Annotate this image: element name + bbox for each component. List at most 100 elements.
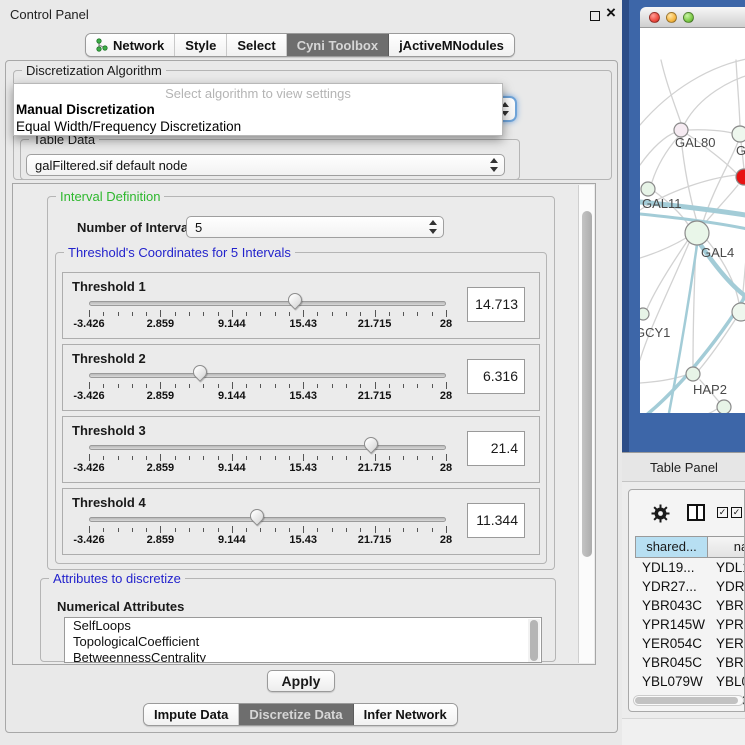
settings-vertical-scrollbar[interactable] xyxy=(578,185,594,663)
attributes-scrollbar[interactable] xyxy=(528,619,540,662)
threshold-value-box[interactable]: 6.316 xyxy=(467,359,525,394)
table-row[interactable]: YPR145WYPR1 xyxy=(635,615,745,634)
slider-thumb[interactable] xyxy=(285,290,305,310)
table-header-row: shared... na xyxy=(635,536,745,558)
network-node[interactable] xyxy=(717,400,731,413)
table-row[interactable]: YBR045CYBR0 xyxy=(635,653,745,672)
table-row[interactable]: YDL19...YDL1 xyxy=(635,558,745,577)
node-table-panel: ✓ ✓ shared... na YDL19...YDL1YDR27...YDR… xyxy=(628,489,745,712)
slider-thumb[interactable] xyxy=(361,434,381,454)
slider-tick-labels: -3.4262.8599.14415.4321.71528 xyxy=(89,318,446,330)
slider-track[interactable] xyxy=(89,517,446,522)
column-header-shared-name[interactable]: shared... xyxy=(635,536,707,558)
checkbox-icon[interactable]: ✓ xyxy=(717,507,728,518)
network-edge[interactable] xyxy=(640,132,676,165)
network-edge[interactable] xyxy=(661,60,681,123)
bottom-strip xyxy=(622,718,745,745)
popup-option-equal-width-frequency[interactable]: Equal Width/Frequency Discretization xyxy=(14,118,502,135)
close-traffic-light-icon[interactable] xyxy=(649,12,660,23)
table-data-select[interactable]: galFiltered.sif default node xyxy=(26,154,505,176)
network-node-c[interactable] xyxy=(736,169,745,185)
close-icon[interactable]: × xyxy=(606,3,616,23)
network-node-label: GA xyxy=(736,143,745,158)
number-of-intervals-select[interactable]: 5 xyxy=(186,216,444,238)
tab-jactivemnodules[interactable]: jActiveMNodules xyxy=(389,34,514,56)
slider-tick-labels: -3.4262.8599.14415.4321.71528 xyxy=(89,390,446,402)
cyni-bottom-tabs: Impute Data Discretize Data Infer Networ… xyxy=(143,703,458,726)
float-window-icon[interactable] xyxy=(590,11,600,21)
network-node-h[interactable] xyxy=(732,303,745,321)
tab-select[interactable]: Select xyxy=(227,34,286,56)
thresholds-fieldset-label: Threshold's Coordinates for 5 Intervals xyxy=(64,245,295,260)
stepper-icon xyxy=(489,158,498,172)
apply-button[interactable]: Apply xyxy=(267,670,335,692)
network-window-titlebar[interactable] xyxy=(640,7,745,28)
threshold-1-block: Threshold 1 -3.4262.8599.14415.4321.7152… xyxy=(62,272,540,339)
tab-discretize-data[interactable]: Discretize Data xyxy=(239,704,353,725)
table-cell: YPR145W xyxy=(635,615,707,634)
threshold-value-box[interactable]: 21.4 xyxy=(467,431,525,466)
network-node-gal11[interactable] xyxy=(641,182,655,196)
table-cell: YER054C xyxy=(635,634,707,653)
tab-impute-data[interactable]: Impute Data xyxy=(144,704,239,725)
table-row[interactable]: YBL079WYBL0 xyxy=(635,672,745,691)
table-row[interactable]: YIL053CYIL0 xyxy=(635,710,745,712)
attribute-list-item[interactable]: SelfLoops xyxy=(65,618,541,634)
column-header-name[interactable]: na xyxy=(707,536,745,558)
node-table-body: YDL19...YDL1YDR27...YDR2YBR043CYBR0YPR14… xyxy=(635,558,745,712)
popup-option-manual-discretization[interactable]: Manual Discretization xyxy=(14,101,502,118)
table-row[interactable]: YDR27...YDR2 xyxy=(635,577,745,596)
control-panel-tabs: Network Style Select Cyni Toolbox jActiv… xyxy=(85,33,515,57)
slider-track[interactable] xyxy=(89,445,446,450)
table-row[interactable]: YBR043CYBR0 xyxy=(635,596,745,615)
table-cell: YPR1 xyxy=(707,615,745,634)
tab-style[interactable]: Style xyxy=(175,34,227,56)
table-horizontal-scrollbar[interactable] xyxy=(633,695,744,706)
threshold-2-block: Threshold 2 -3.4262.8599.14415.4321.7152… xyxy=(62,344,540,411)
threshold-4-block: Threshold 4 -3.4262.8599.14415.4321.7152… xyxy=(62,488,540,555)
network-edge[interactable] xyxy=(736,60,740,126)
slider-track[interactable] xyxy=(89,301,446,306)
slider-track[interactable] xyxy=(89,373,446,378)
scrollbar-thumb[interactable] xyxy=(530,620,538,661)
network-edge[interactable] xyxy=(688,130,732,133)
tab-network[interactable]: Network xyxy=(86,34,175,56)
network-node-label: GAL80 xyxy=(675,135,715,150)
popup-placeholder-item: Select algorithm to view settings xyxy=(14,84,502,101)
numerical-attributes-label: Numerical Attributes xyxy=(57,599,184,614)
control-panel: Control Panel × Network Style Select Cyn… xyxy=(0,0,622,745)
table-row[interactable]: YER054CYER0 xyxy=(635,634,745,653)
network-edge[interactable] xyxy=(685,74,745,123)
gear-icon[interactable] xyxy=(651,504,670,523)
algorithm-dropdown-popup: Select algorithm to view settings Manual… xyxy=(13,83,503,136)
tab-infer-network[interactable]: Infer Network xyxy=(354,704,457,725)
attribute-list-item[interactable]: TopologicalCoefficient xyxy=(65,634,541,650)
slider-ticks xyxy=(89,382,446,389)
slider-tick-labels: -3.4262.8599.14415.4321.71528 xyxy=(89,462,446,474)
slider-thumb[interactable] xyxy=(190,362,210,382)
minimize-traffic-light-icon[interactable] xyxy=(666,12,677,23)
threshold-value-box[interactable]: 14.713 xyxy=(467,287,525,322)
scrollbar-thumb[interactable] xyxy=(635,697,738,704)
network-node-gcy1[interactable] xyxy=(640,308,649,320)
network-edge[interactable] xyxy=(699,320,735,370)
tab-cyni-toolbox[interactable]: Cyni Toolbox xyxy=(287,34,389,56)
network-view-canvas[interactable]: GAL80GACGAL11GAL4GCY1HHAP2 xyxy=(640,28,745,413)
threshold-value-box[interactable]: 11.344 xyxy=(467,503,525,538)
network-edge[interactable] xyxy=(640,238,686,258)
network-node-gal4[interactable] xyxy=(685,221,709,245)
network-edge[interactable] xyxy=(640,58,745,125)
attribute-list-item[interactable]: BetweennessCentrality xyxy=(65,650,541,663)
threshold-3-block: Threshold 3 -3.4262.8599.14415.4321.7152… xyxy=(62,416,540,483)
network-icon xyxy=(96,38,108,52)
scrollbar-thumb[interactable] xyxy=(582,211,592,557)
network-node-hap2[interactable] xyxy=(686,367,700,381)
slider-thumb[interactable] xyxy=(247,506,267,526)
numerical-attributes-list[interactable]: SelfLoopsTopologicalCoefficientBetweenne… xyxy=(64,617,542,663)
network-edge[interactable] xyxy=(647,240,688,309)
column-visibility-icon[interactable] xyxy=(687,504,705,521)
table-cell: YIL053C xyxy=(635,710,707,712)
network-node-ga[interactable] xyxy=(732,126,745,142)
zoom-traffic-light-icon[interactable] xyxy=(683,12,694,23)
checkbox-icon[interactable]: ✓ xyxy=(731,507,742,518)
